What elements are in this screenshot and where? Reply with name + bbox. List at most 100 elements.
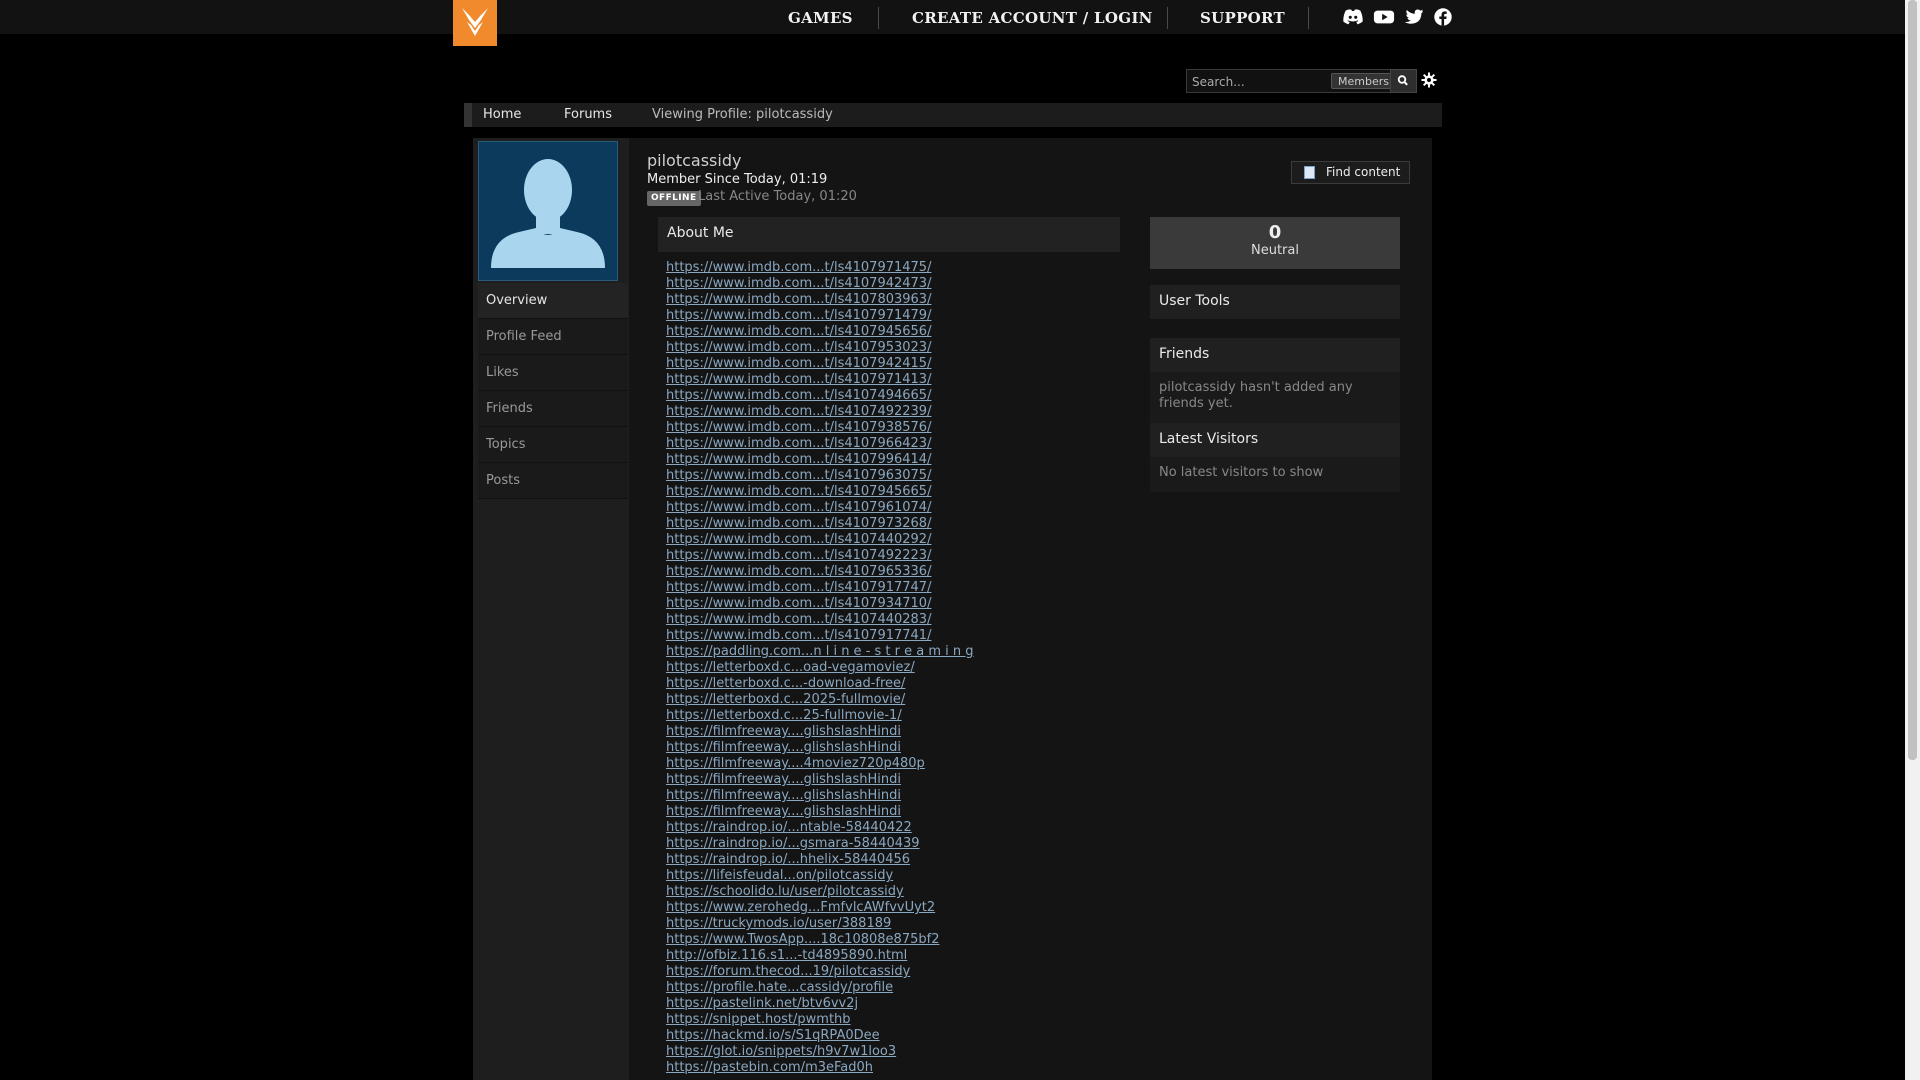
user-tools-header[interactable]: User Tools	[1150, 285, 1400, 319]
about-me-link[interactable]: https://filmfreeway....4moviez720p480p	[666, 756, 1066, 772]
about-me-link[interactable]: https://www.imdb.com...t/ls4107971479/	[666, 308, 1066, 324]
about-me-link[interactable]: https://snippet.host/pwmthb	[666, 1012, 1066, 1028]
breadcrumb-stripe	[464, 103, 472, 127]
about-me-link[interactable]: https://www.TwosApp....18c10808e875bf2	[666, 932, 1066, 948]
about-me-link[interactable]: https://www.imdb.com...t/ls4107803963/	[666, 292, 1066, 308]
search-input[interactable]	[1190, 72, 1334, 92]
profile-tab-friends[interactable]: Friends	[478, 391, 628, 427]
about-me-link[interactable]: https://www.imdb.com...t/ls4107917747/	[666, 580, 1066, 596]
profile-tab-topics[interactable]: Topics	[478, 427, 628, 463]
about-me-link[interactable]: https://www.imdb.com...t/ls4107440283/	[666, 612, 1066, 628]
about-me-link[interactable]: https://www.imdb.com...t/ls4107934710/	[666, 596, 1066, 612]
about-me-link[interactable]: https://www.imdb.com...t/ls4107917741/	[666, 628, 1066, 644]
about-me-link[interactable]: https://hackmd.io/s/S1qRPA0Dee	[666, 1028, 1066, 1044]
nav-create-account-login[interactable]: CREATE ACCOUNT / LOGIN	[912, 9, 1153, 27]
about-me-link[interactable]: https://www.imdb.com...t/ls4107942473/	[666, 276, 1066, 292]
about-me-link[interactable]: https://www.imdb.com...t/ls4107945665/	[666, 484, 1066, 500]
about-me-link[interactable]: https://www.imdb.com...t/ls4107942415/	[666, 356, 1066, 372]
about-me-link[interactable]: https://pastelink.net/btv6vv2j	[666, 996, 1066, 1012]
profile-tab-overview[interactable]: Overview	[478, 283, 628, 319]
nav-divider	[1308, 7, 1309, 29]
user-tools-title: User Tools	[1159, 293, 1230, 309]
search-box: Members	[1186, 69, 1416, 93]
latest-visitors-header: Latest Visitors	[1150, 423, 1400, 457]
about-me-header: About Me	[658, 217, 1120, 252]
about-me-link[interactable]: https://raindrop.io/...gsmara-58440439	[666, 836, 1066, 852]
site-logo[interactable]	[453, 0, 497, 46]
page-scrollbar[interactable]	[1905, 0, 1920, 1080]
about-me-link[interactable]: https://www.imdb.com...t/ls4107938576/	[666, 420, 1066, 436]
breadcrumb-current-page: Viewing Profile: pilotcassidy	[652, 107, 833, 122]
about-me-link[interactable]: https://www.imdb.com...t/ls4107996414/	[666, 452, 1066, 468]
last-active: Last Active Today, 01:20	[698, 189, 857, 204]
about-me-link[interactable]: https://www.imdb.com...t/ls4107494665/	[666, 388, 1066, 404]
friends-header: Friends	[1150, 338, 1400, 372]
reputation-box: 0 Neutral	[1150, 217, 1400, 269]
nav-games[interactable]: GAMES	[788, 9, 853, 27]
about-me-link[interactable]: https://raindrop.io/...hhelix-58440456	[666, 852, 1066, 868]
breadcrumb-forums[interactable]: Forums	[564, 107, 612, 122]
about-me-link[interactable]: https://paddling.com...n l i n e - s t r…	[666, 644, 1066, 660]
about-me-link[interactable]: https://letterboxd.c...25-fullmovie-1/	[666, 708, 1066, 724]
breadcrumb-home[interactable]: Home	[483, 107, 521, 122]
about-me-link[interactable]: https://forum.thecod...19/pilotcassidy	[666, 964, 1066, 980]
member-since: Member Since Today, 01:19	[647, 172, 828, 187]
search-icon	[1397, 75, 1408, 86]
profile-nav: Overview Profile Feed Likes Friends Topi…	[478, 283, 628, 499]
profile-tab-likes[interactable]: Likes	[478, 355, 628, 391]
status-badge: OFFLINE	[647, 191, 701, 206]
about-me-link[interactable]: https://letterboxd.c...oad-vegamoviez/	[666, 660, 1066, 676]
about-me-link[interactable]: https://www.zerohedg...FmfvlcAWfvvUyt2	[666, 900, 1066, 916]
about-me-link[interactable]: https://www.imdb.com...t/ls4107492223/	[666, 548, 1066, 564]
nav-divider	[878, 7, 879, 29]
twitter-icon[interactable]	[1403, 7, 1425, 27]
about-me-link[interactable]: https://www.imdb.com...t/ls4107492239/	[666, 404, 1066, 420]
about-me-link[interactable]: https://www.imdb.com...t/ls4107971475/	[666, 260, 1066, 276]
about-me-link[interactable]: https://schoolido.lu/user/pilotcassidy	[666, 884, 1066, 900]
about-me-link[interactable]: https://filmfreeway....glishslashHindi	[666, 724, 1066, 740]
nav-support[interactable]: SUPPORT	[1200, 9, 1285, 27]
about-me-link[interactable]: https://profile.hate...cassidy/profile	[666, 980, 1066, 996]
about-me-link[interactable]: https://pastebin.com/m3eFad0h	[666, 1060, 1066, 1076]
about-me-link[interactable]: https://www.imdb.com...t/ls4107953023/	[666, 340, 1066, 356]
youtube-icon[interactable]	[1373, 7, 1395, 27]
about-me-link[interactable]: https://www.imdb.com...t/ls4107966423/	[666, 436, 1066, 452]
about-me-link[interactable]: https://glot.io/snippets/h9v7w1loo3	[666, 1044, 1066, 1060]
profile-tab-posts[interactable]: Posts	[478, 463, 628, 499]
profile-tab-profile-feed[interactable]: Profile Feed	[478, 319, 628, 355]
about-me-link[interactable]: https://letterboxd.c...2025-fullmovie/	[666, 692, 1066, 708]
search-button[interactable]	[1390, 69, 1417, 93]
breadcrumb: Home Forums Viewing Profile: pilotcassid…	[464, 103, 1442, 127]
about-me-link[interactable]: https://raindrop.io/...ntable-58440422	[666, 820, 1066, 836]
about-me-link[interactable]: http://ofbiz.116.s1...-td4895890.html	[666, 948, 1066, 964]
about-me-link[interactable]: https://www.imdb.com...t/ls4107973268/	[666, 516, 1066, 532]
default-avatar-icon	[491, 159, 605, 268]
about-me-link[interactable]: https://www.imdb.com...t/ls4107945656/	[666, 324, 1066, 340]
about-me-link[interactable]: https://www.imdb.com...t/ls4107965336/	[666, 564, 1066, 580]
discord-icon[interactable]	[1342, 7, 1364, 27]
reputation-label: Neutral	[1251, 243, 1299, 258]
find-content-button[interactable]: Find content	[1291, 161, 1410, 184]
about-me-link[interactable]: https://filmfreeway....glishslashHindi	[666, 772, 1066, 788]
facebook-icon[interactable]	[1432, 7, 1454, 27]
about-me-link[interactable]: https://lifeisfeudal...on/pilotcassidy	[666, 868, 1066, 884]
search-scope-selector[interactable]: Members	[1331, 73, 1396, 89]
scrollbar-thumb[interactable]	[1908, 0, 1917, 760]
about-me-link[interactable]: https://www.imdb.com...t/ls4107971413/	[666, 372, 1066, 388]
about-me-link[interactable]: https://www.imdb.com...t/ls4107963075/	[666, 468, 1066, 484]
latest-visitors-empty-text: No latest visitors to show	[1150, 457, 1400, 492]
reputation-value: 0	[1268, 222, 1282, 243]
about-me-link[interactable]: https://www.imdb.com...t/ls4107440292/	[666, 532, 1066, 548]
latest-visitors-title: Latest Visitors	[1159, 431, 1259, 447]
logo-icon	[462, 8, 488, 36]
about-me-link[interactable]: https://letterboxd.c...-download-free/	[666, 676, 1066, 692]
avatar	[478, 141, 618, 281]
friends-title: Friends	[1159, 346, 1210, 362]
about-me-link[interactable]: https://filmfreeway....glishslashHindi	[666, 804, 1066, 820]
friends-empty-text: pilotcassidy hasn't added any friends ye…	[1150, 372, 1400, 423]
about-me-link[interactable]: https://filmfreeway....glishslashHindi	[666, 788, 1066, 804]
about-me-link[interactable]: https://www.imdb.com...t/ls4107961074/	[666, 500, 1066, 516]
about-me-link[interactable]: https://truckymods.io/user/388189	[666, 916, 1066, 932]
advanced-search-gear-icon[interactable]	[1420, 71, 1438, 89]
about-me-link[interactable]: https://filmfreeway....glishslashHindi	[666, 740, 1066, 756]
